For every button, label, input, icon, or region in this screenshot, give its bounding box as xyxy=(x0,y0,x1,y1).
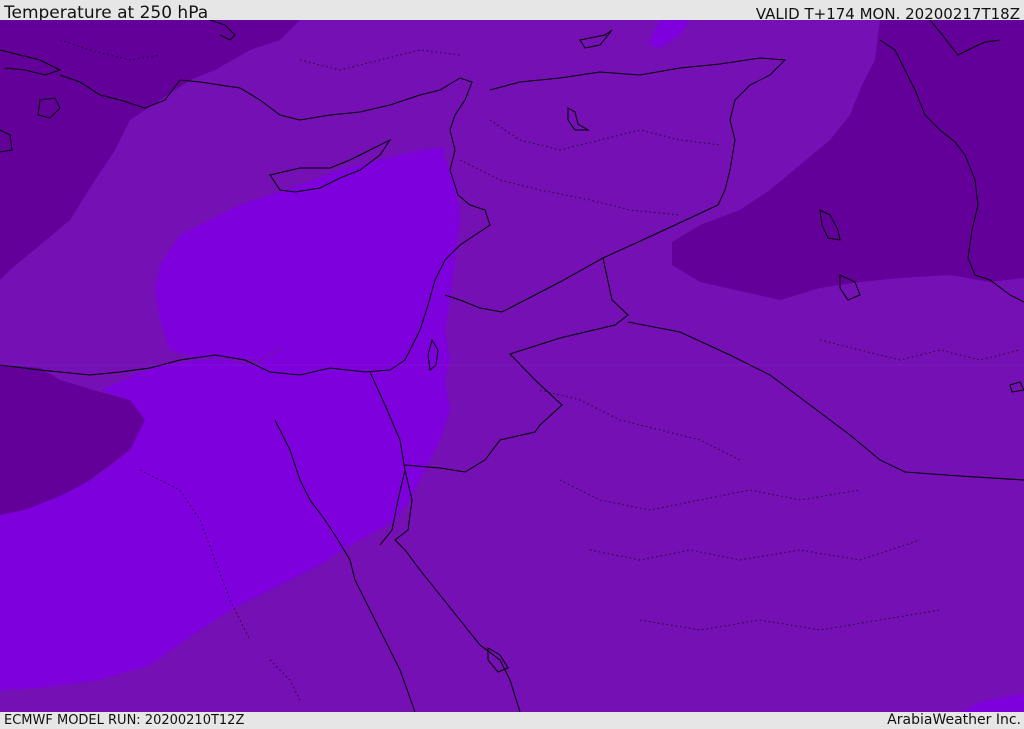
header-bar: Temperature at 250 hPa VALID T+174 MON. … xyxy=(0,0,1024,23)
weather-map xyxy=(0,20,1024,712)
model-run-label: ECMWF MODEL RUN: 20200210T12Z xyxy=(4,713,245,728)
map-frame: Temperature at 250 hPa VALID T+174 MON. … xyxy=(0,0,1024,729)
footer-bar: ECMWF MODEL RUN: 20200210T12Z ArabiaWeat… xyxy=(0,712,1024,729)
credit-label: ArabiaWeather Inc. xyxy=(887,712,1021,728)
map-canvas xyxy=(0,20,1024,712)
